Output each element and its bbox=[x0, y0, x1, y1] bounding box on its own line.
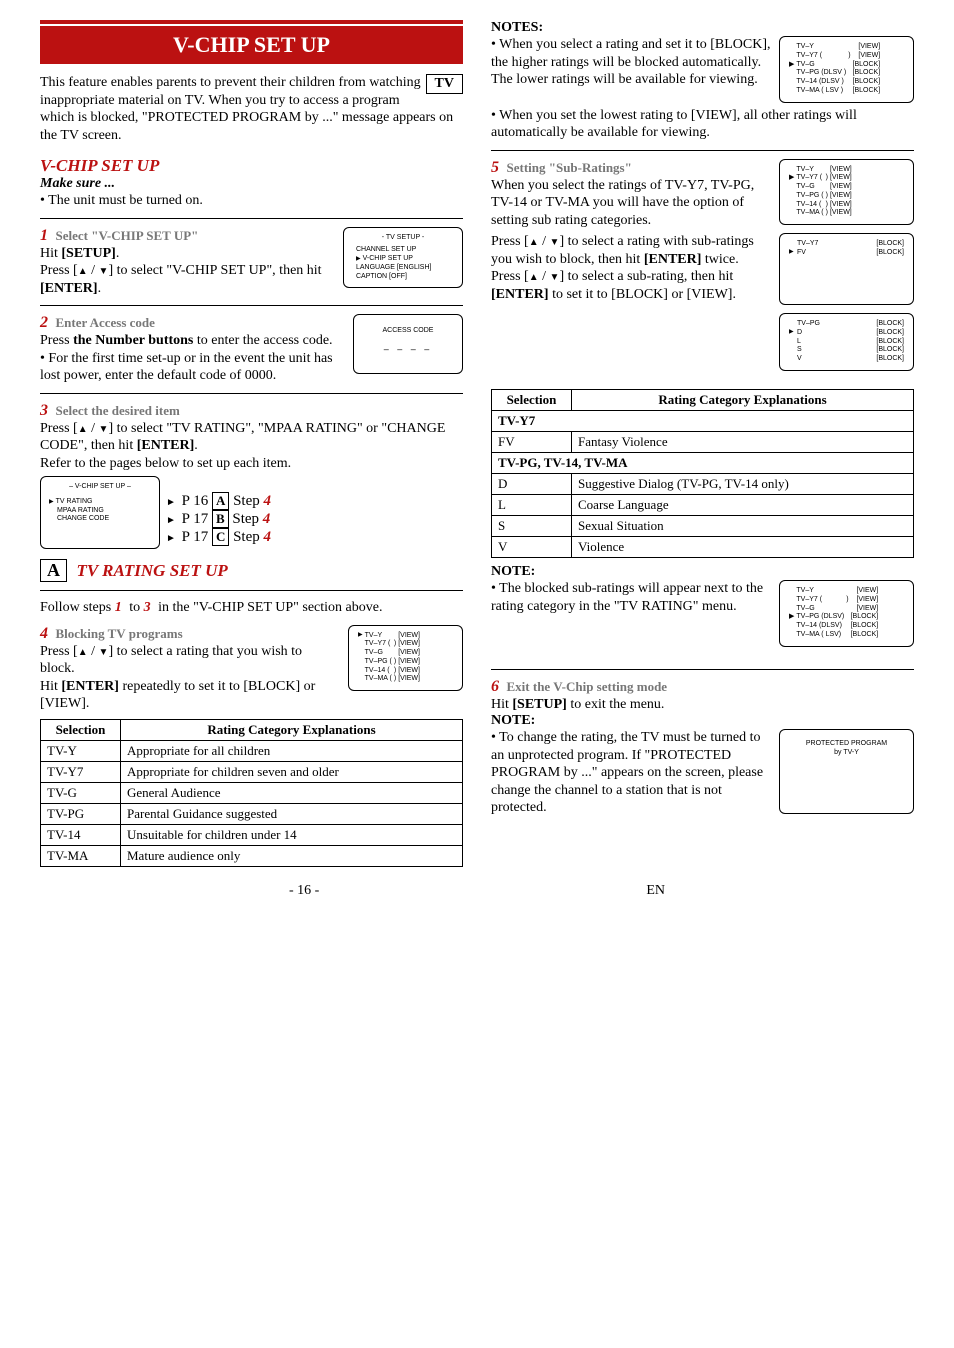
step6-body: Hit [SETUP] to exit the menu. bbox=[491, 696, 914, 714]
step5-title: Setting "Sub-Ratings" bbox=[507, 160, 632, 175]
osd-subrating-dlsv: TV–PG[BLOCK]▶D[BLOCK]L[BLOCK]S[BLOCK]V[B… bbox=[779, 313, 914, 371]
rating-table-2: SelectionRating Category Explanations TV… bbox=[491, 389, 914, 558]
note-2: When you set the lowest rating to [VIEW]… bbox=[491, 107, 914, 142]
step4-title: Blocking TV programs bbox=[56, 626, 183, 641]
intro-text: This feature enables parents to prevent … bbox=[40, 74, 463, 144]
step-number: 1 bbox=[40, 227, 48, 244]
page-footer: - 16 - EN bbox=[40, 883, 914, 899]
make-sure-item: The unit must be turned on. bbox=[40, 192, 463, 210]
divider bbox=[491, 150, 914, 151]
osd-tv-rating-view: ▶TV–Y[VIEW]TV–Y7 ( )[VIEW]TV–G[VIEW]TV–P… bbox=[348, 625, 463, 692]
divider bbox=[40, 590, 463, 591]
note-heading-3: NOTE: bbox=[491, 713, 914, 729]
step4-body: Press [ / ] to select a rating that you … bbox=[40, 643, 340, 713]
step-number: 2 bbox=[40, 314, 48, 331]
divider bbox=[40, 393, 463, 394]
step1-title: Select "V-CHIP SET UP" bbox=[56, 228, 199, 243]
divider bbox=[40, 305, 463, 306]
osd-subrating-fv: TV–Y7[BLOCK]▶FV[BLOCK] bbox=[779, 233, 914, 305]
note-heading-2: NOTE: bbox=[491, 564, 914, 580]
divider bbox=[491, 669, 914, 670]
step3-refer: Refer to the pages below to set up each … bbox=[40, 455, 463, 473]
step1-body: Hit [SETUP]. Press [ / ] to select "V-CH… bbox=[40, 245, 335, 298]
make-sure-label: Make sure ... bbox=[40, 176, 463, 192]
osd-tv-setup: - TV SETUP - CHANNEL SET UP V-CHIP SET U… bbox=[343, 227, 463, 289]
step2-bullet: For the first time set-up or in the even… bbox=[40, 350, 345, 385]
step2-title: Enter Access code bbox=[56, 315, 155, 330]
step2-body: Press the Number buttons to enter the ac… bbox=[40, 332, 345, 350]
vchip-setup-heading: V-CHIP SET UP bbox=[40, 156, 463, 176]
step6-title: Exit the V-Chip setting mode bbox=[507, 679, 668, 694]
page-refs: P 16 A Step 4 P 17 B Step 4 P 17 C Step … bbox=[166, 476, 271, 546]
step-number: 3 bbox=[40, 402, 48, 419]
notes-heading: NOTES: bbox=[491, 20, 914, 36]
rating-table-1: SelectionRating Category Explanations TV… bbox=[40, 719, 463, 867]
step-number: 4 bbox=[40, 625, 48, 642]
osd-access-code: ACCESS CODE – – – – bbox=[353, 314, 463, 374]
red-divider bbox=[40, 20, 463, 24]
tv-badge: TV bbox=[426, 74, 463, 94]
step3-title: Select the desired item bbox=[56, 403, 180, 418]
osd-blocked-subratings: TV–Y[VIEW]TV–Y7 ( )[VIEW]TV–G[VIEW]▶TV–P… bbox=[779, 580, 914, 647]
step-number: 6 bbox=[491, 678, 499, 695]
section-a-body: Follow steps 1 to 3 in the "V-CHIP SET U… bbox=[40, 599, 463, 617]
section-a-title: TV RATING SET UP bbox=[77, 561, 228, 581]
step3-body: Press [ / ] to select "TV RATING", "MPAA… bbox=[40, 420, 463, 455]
osd-vchip-menu: – V-CHIP SET UP – TV RATING MPAA RATING … bbox=[40, 476, 160, 549]
osd-block-example: TV–Y[VIEW]TV–Y7 ( )[VIEW]▶TV–G[BLOCK]TV–… bbox=[779, 36, 914, 103]
section-a-badge: A bbox=[40, 559, 67, 582]
step-number: 5 bbox=[491, 159, 499, 176]
divider bbox=[40, 218, 463, 219]
osd-subrating-select: TV–Y[VIEW]▶TV–Y7 ( )[VIEW]TV–G[VIEW]TV–P… bbox=[779, 159, 914, 226]
osd-protected-program: PROTECTED PROGRAM by TV-Y bbox=[779, 729, 914, 814]
section-banner: V-CHIP SET UP bbox=[40, 26, 463, 64]
